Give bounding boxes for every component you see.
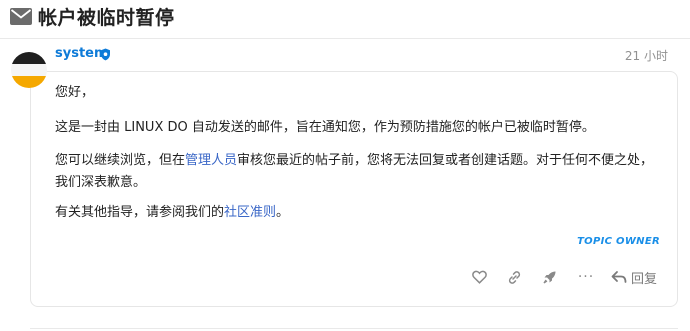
post-paragraph: 有关其他指导，请参阅我们的社区准则。 — [55, 202, 289, 224]
more-options-button[interactable]: ··· — [575, 266, 597, 288]
boost-button[interactable] — [538, 266, 560, 288]
post-greeting: 您好， — [55, 85, 95, 100]
topic-title: 帐户被临时暂停 — [38, 6, 175, 29]
post-paragraph: 这是一封由 LINUX DO 自动发送的邮件，旨在通知您，作为预防措施您的帐户已… — [55, 120, 595, 135]
rocket-icon — [542, 271, 555, 284]
copy-link-button[interactable] — [503, 266, 525, 288]
post-paragraph: 您可以继续浏览，但在管理人员审核您最近的帖子前，您将无法回复或者创建话题。对于任… — [55, 150, 655, 194]
reply-icon — [611, 271, 627, 283]
envelope-icon — [10, 7, 32, 25]
paragraph-text: 。 — [276, 205, 290, 220]
post-date[interactable]: 21 小时 — [625, 47, 668, 64]
like-button[interactable] — [468, 266, 490, 288]
reply-label: 回复 — [631, 271, 658, 287]
shield-icon — [101, 48, 110, 61]
community-guidelines-link[interactable]: 社区准则 — [224, 205, 276, 220]
staff-link[interactable]: 管理人员 — [185, 153, 237, 168]
link-icon — [508, 270, 520, 284]
topic-owner-badge: TOPIC OWNER — [577, 236, 660, 247]
reply-button[interactable]: 回复 — [611, 266, 657, 288]
avatar[interactable] — [11, 52, 47, 88]
heart-icon — [471, 270, 487, 284]
ellipsis-icon: ··· — [577, 269, 595, 285]
topic-header: 帐户被临时暂停 — [10, 2, 175, 30]
header-divider — [0, 38, 690, 39]
paragraph-text: 有关其他指导，请参阅我们的 — [55, 205, 225, 220]
paragraph-text: 您可以继续浏览，但在 — [55, 153, 186, 168]
